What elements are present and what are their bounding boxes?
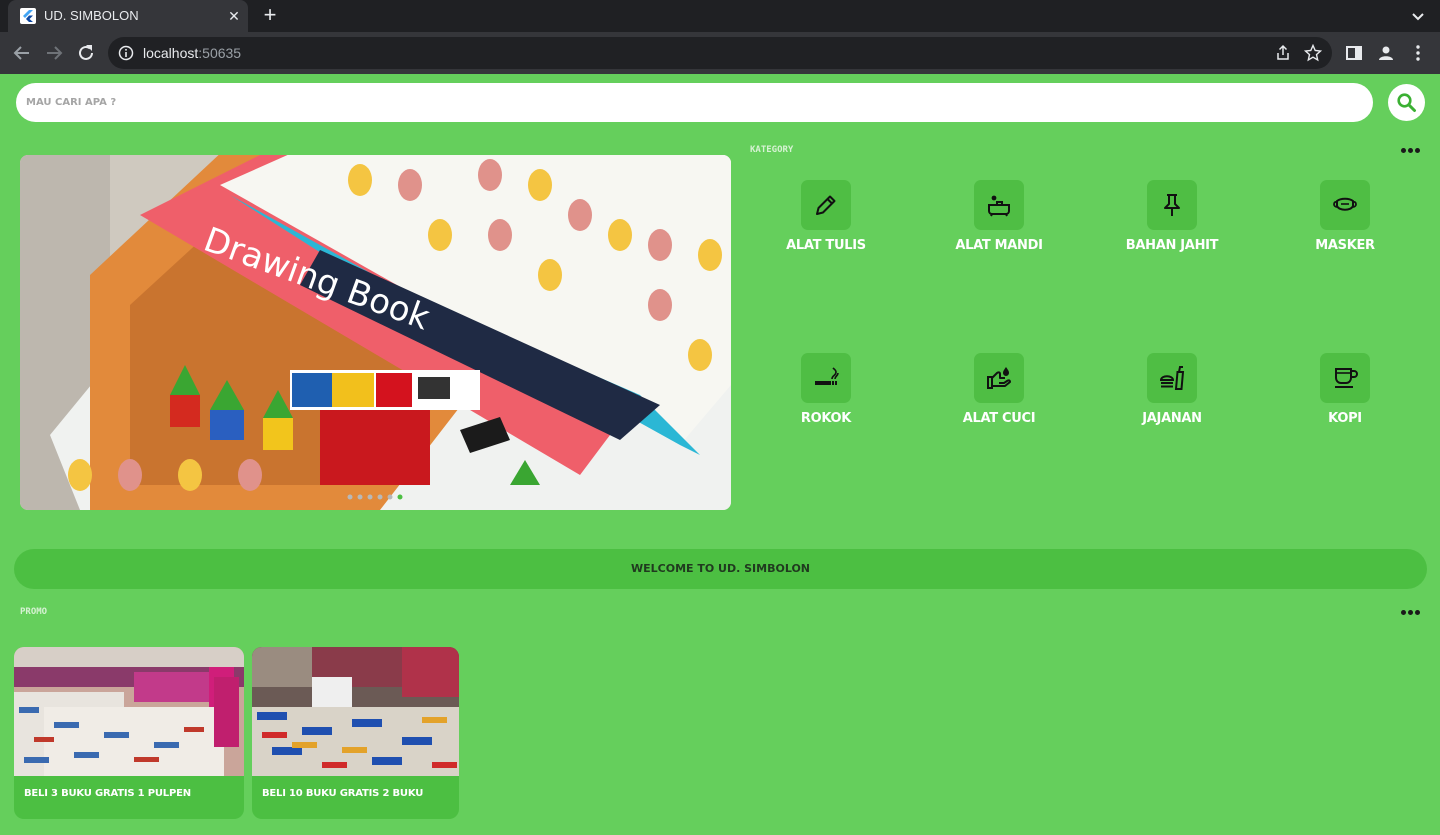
promo-text: BELI 10 BUKU GRATIS 2 BUKU [262, 788, 424, 799]
url-port: :50635 [198, 45, 242, 61]
category-alat-tulis[interactable]: ALAT TULIS [766, 180, 886, 270]
promo-title: PROMO [20, 607, 48, 617]
category-label: ALAT MANDI [955, 238, 1043, 253]
tab-title: UD. SIMBOLON [44, 8, 139, 23]
search-icon [1397, 93, 1416, 112]
promo-card[interactable]: BELI 3 BUKU GRATIS 1 PULPEN [14, 647, 244, 819]
profile-icon[interactable] [1376, 43, 1396, 63]
push-pin-icon [1147, 180, 1197, 230]
coffee-icon [1320, 353, 1370, 403]
category-bahan-jahit[interactable]: BAHAN JAHIT [1112, 180, 1232, 270]
tab-search-chevron-icon[interactable] [1408, 6, 1428, 26]
category-jajanan[interactable]: JAJANAN [1112, 353, 1232, 443]
category-title: KATEGORY [750, 145, 794, 155]
fastfood-icon [1147, 353, 1197, 403]
wash-hands-icon [974, 353, 1024, 403]
welcome-text: WELCOME TO UD. SIMBOLON [631, 562, 810, 575]
category-label: ROKOK [800, 411, 852, 426]
promo-image [252, 647, 459, 776]
category-label: KOPI [1328, 411, 1362, 426]
search-input[interactable] [26, 83, 1356, 122]
category-label: BAHAN JAHIT [1125, 238, 1219, 253]
search-bar [16, 83, 1373, 122]
category-label: MASKER [1315, 238, 1375, 253]
url-text: localhost:50635 [143, 45, 241, 61]
search-button[interactable] [1388, 84, 1425, 121]
browser-menu-icon[interactable] [1408, 43, 1428, 63]
smoking-icon [801, 353, 851, 403]
tab-close-icon[interactable]: ✕ [224, 6, 244, 26]
banner-image: Drawing Book [20, 155, 731, 510]
mask-icon [1320, 180, 1370, 230]
category-more-icon[interactable] [1400, 145, 1422, 157]
browser-tab-bar: UD. SIMBOLON ✕ + [0, 0, 1440, 32]
share-icon[interactable] [1274, 44, 1292, 62]
forward-arrow-icon[interactable] [42, 41, 66, 65]
side-panel-icon[interactable] [1344, 43, 1364, 63]
bathtub-icon [974, 180, 1024, 230]
url-host: localhost [143, 45, 199, 61]
new-tab-icon[interactable]: + [258, 4, 282, 28]
promo-more-icon[interactable] [1400, 607, 1422, 619]
pencil-icon [801, 180, 851, 230]
address-bar[interactable]: localhost:50635 [108, 37, 1332, 69]
category-alat-cuci[interactable]: ALAT CUCI [939, 353, 1059, 443]
flutter-favicon-icon [20, 8, 36, 24]
site-info-icon[interactable] [118, 45, 134, 61]
category-kopi[interactable]: KOPI [1285, 353, 1405, 443]
welcome-banner: WELCOME TO UD. SIMBOLON [14, 549, 1427, 589]
browser-tab[interactable]: UD. SIMBOLON ✕ [8, 0, 248, 32]
bookmark-star-icon[interactable] [1303, 43, 1323, 62]
category-masker[interactable]: MASKER [1285, 180, 1405, 270]
promo-card[interactable]: BELI 10 BUKU GRATIS 2 BUKU [252, 647, 459, 819]
reload-icon[interactable] [74, 41, 98, 65]
browser-toolbar: localhost:50635 [0, 32, 1440, 74]
promo-image [14, 647, 244, 776]
category-label: JAJANAN [1142, 411, 1202, 426]
category-alat-mandi[interactable]: ALAT MANDI [939, 180, 1059, 270]
back-arrow-icon[interactable] [10, 41, 34, 65]
category-label: ALAT CUCI [962, 411, 1036, 426]
category-label: ALAT TULIS [786, 238, 866, 253]
banner-carousel[interactable]: Drawing Book [20, 155, 731, 510]
category-rokok[interactable]: ROKOK [766, 353, 886, 443]
promo-text: BELI 3 BUKU GRATIS 1 PULPEN [24, 788, 191, 799]
